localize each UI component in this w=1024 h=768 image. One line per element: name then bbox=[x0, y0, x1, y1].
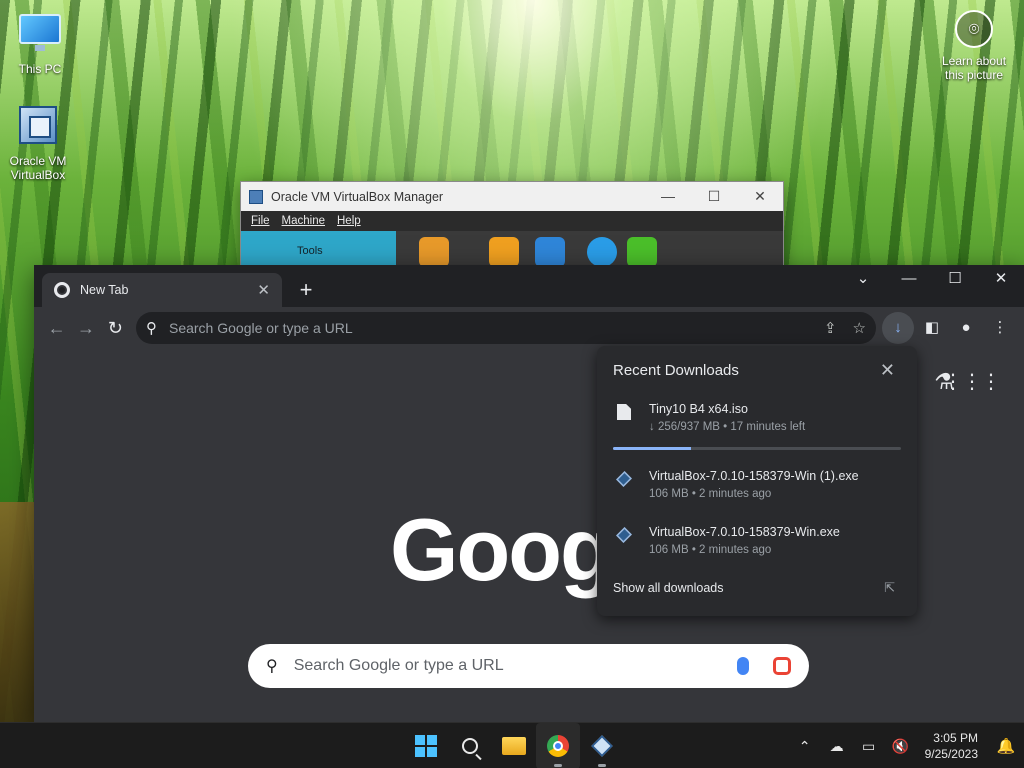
virtualbox-icon bbox=[249, 189, 263, 204]
add-icon[interactable] bbox=[627, 237, 657, 267]
download-name: VirtualBox-7.0.10-158379-Win (1).exe bbox=[649, 469, 859, 483]
clock[interactable]: 3:05 PM 9/25/2023 bbox=[925, 730, 978, 762]
desktop-icon-virtualbox[interactable]: Oracle VM VirtualBox bbox=[2, 104, 74, 182]
desktop-icon-label: This PC bbox=[18, 62, 62, 76]
clock-time: 3:05 PM bbox=[933, 731, 978, 745]
preferences-icon[interactable] bbox=[419, 237, 449, 267]
taskbar-chrome[interactable] bbox=[536, 723, 580, 768]
downloads-title: Recent Downloads bbox=[613, 362, 739, 379]
search-icon: ⚲ bbox=[145, 320, 157, 337]
taskbar-search-button[interactable] bbox=[448, 723, 492, 768]
window-title: Oracle VM VirtualBox Manager bbox=[271, 189, 444, 204]
side-panel-icon[interactable]: ◧ bbox=[916, 312, 948, 344]
tab-strip: New Tab ✕ + ⌄ — ☐ ✕ bbox=[34, 265, 1024, 307]
omnibox-placeholder: Search Google or type a URL bbox=[168, 320, 353, 336]
tab-new-tab[interactable]: New Tab ✕ bbox=[42, 273, 282, 307]
forward-button[interactable]: → bbox=[71, 312, 100, 344]
minimize-button[interactable]: — bbox=[645, 188, 691, 205]
camera-icon: ⌾ bbox=[955, 10, 993, 48]
learn-about-picture[interactable]: ⌾ Learn about this picture bbox=[932, 10, 1016, 82]
menu-kebab-icon[interactable]: ⋮ bbox=[984, 312, 1016, 344]
download-name: Tiny10 B4 x64.iso bbox=[649, 402, 748, 416]
close-button[interactable]: ✕ bbox=[737, 188, 783, 205]
menu-file[interactable]: File bbox=[251, 215, 270, 227]
search-icon: ⚲ bbox=[266, 658, 278, 675]
back-button[interactable]: ← bbox=[42, 312, 71, 344]
virtualbox-titlebar[interactable]: Oracle VM VirtualBox Manager — ☐ ✕ bbox=[241, 182, 783, 211]
open-external-icon[interactable]: ⇱ bbox=[884, 580, 895, 596]
downloads-button[interactable]: ↓ bbox=[881, 312, 914, 344]
downloads-bubble: Recent Downloads ✕ Tiny10 B4 x64.iso ↓ 2… bbox=[597, 346, 917, 616]
taskbar-file-explorer[interactable] bbox=[492, 723, 536, 768]
tab-title: New Tab bbox=[80, 283, 129, 297]
desktop-icon-this-pc[interactable]: This PC bbox=[4, 8, 76, 76]
close-icon[interactable]: ✕ bbox=[880, 360, 895, 381]
download-progress-fill bbox=[613, 447, 691, 450]
virtualbox-icon bbox=[616, 471, 632, 487]
maximize-button[interactable]: ☐ bbox=[691, 188, 737, 205]
windows-logo-icon bbox=[415, 735, 437, 757]
virtualbox-menubar: File Machine Help bbox=[241, 211, 783, 231]
virtualbox-icon bbox=[591, 735, 613, 757]
download-meta: ↓ 256/937 MB • 17 minutes left bbox=[649, 421, 806, 433]
new-tab-button[interactable]: + bbox=[292, 277, 320, 305]
google-lens-icon[interactable] bbox=[773, 657, 791, 675]
notification-bell-icon[interactable]: 🔔 bbox=[988, 737, 1024, 755]
chrome-icon bbox=[54, 282, 70, 298]
bookmark-star-icon[interactable]: ☆ bbox=[853, 319, 866, 337]
clock-date: 9/25/2023 bbox=[924, 747, 978, 761]
taskbar-virtualbox[interactable] bbox=[580, 723, 624, 768]
maximize-button[interactable]: ☐ bbox=[932, 265, 978, 295]
running-indicator bbox=[598, 764, 606, 767]
import-icon[interactable] bbox=[489, 237, 519, 267]
tools-label: Tools bbox=[297, 245, 323, 257]
reload-button[interactable]: ↻ bbox=[101, 312, 130, 344]
running-indicator bbox=[554, 764, 562, 767]
onedrive-icon[interactable]: ☁ bbox=[821, 738, 853, 755]
download-meta: 106 MB • 2 minutes ago bbox=[649, 544, 772, 556]
learn-label: Learn about this picture bbox=[941, 54, 1007, 82]
google-logo: Goog bbox=[390, 500, 610, 599]
close-button[interactable]: ✕ bbox=[978, 265, 1024, 295]
desktop-icon-label: Oracle VM VirtualBox bbox=[9, 154, 67, 182]
download-item[interactable]: Tiny10 B4 x64.iso ↓ 256/937 MB • 17 minu… bbox=[613, 402, 901, 442]
chrome-toolbar: ← → ↻ ⚲ Search Google or type a URL ⇪ ☆ … bbox=[34, 307, 1024, 349]
share-icon[interactable]: ⇪ bbox=[824, 319, 837, 337]
search-icon bbox=[462, 738, 478, 754]
chevron-up-icon[interactable]: ⌃ bbox=[789, 738, 821, 755]
new-icon[interactable] bbox=[587, 237, 617, 267]
system-tray: ⌃ ☁ ▭ 🔇 3:05 PM 9/25/2023 🔔 bbox=[789, 723, 1024, 768]
folder-icon bbox=[502, 737, 526, 755]
taskbar: ⌃ ☁ ▭ 🔇 3:05 PM 9/25/2023 🔔 bbox=[0, 722, 1024, 768]
volume-muted-icon[interactable]: 🔇 bbox=[885, 738, 917, 755]
show-all-downloads-link[interactable]: Show all downloads bbox=[613, 581, 724, 595]
virtualbox-icon bbox=[616, 527, 632, 543]
menu-machine[interactable]: Machine bbox=[282, 215, 325, 227]
file-icon bbox=[617, 404, 631, 420]
download-progress-bar bbox=[613, 447, 901, 450]
microphone-icon[interactable] bbox=[737, 657, 749, 675]
tab-search-icon[interactable]: ⌄ bbox=[840, 265, 886, 295]
monitor-icon bbox=[18, 14, 62, 58]
download-name: VirtualBox-7.0.10-158379-Win.exe bbox=[649, 525, 840, 539]
close-tab-icon[interactable]: ✕ bbox=[257, 281, 270, 299]
start-button[interactable] bbox=[404, 723, 448, 768]
search-input[interactable]: ⚲ Search Google or type a URL bbox=[248, 644, 809, 688]
download-meta: 106 MB • 2 minutes ago bbox=[649, 488, 772, 500]
download-item[interactable]: VirtualBox-7.0.10-158379-Win.exe 106 MB … bbox=[613, 525, 901, 565]
menu-help[interactable]: Help bbox=[337, 215, 361, 227]
omnibox[interactable]: ⚲ Search Google or type a URL ⇪ ☆ bbox=[135, 312, 876, 344]
export-icon[interactable] bbox=[535, 237, 565, 267]
chrome-icon bbox=[547, 735, 569, 757]
download-item[interactable]: VirtualBox-7.0.10-158379-Win (1).exe 106… bbox=[613, 469, 901, 509]
search-placeholder: Search Google or type a URL bbox=[293, 657, 504, 674]
virtualbox-icon bbox=[16, 106, 60, 150]
apps-grid-icon[interactable]: ⋮⋮⋮ bbox=[943, 369, 1001, 394]
minimize-button[interactable]: — bbox=[886, 265, 932, 295]
network-icon[interactable]: ▭ bbox=[853, 738, 885, 755]
profile-icon[interactable]: ● bbox=[950, 312, 982, 344]
